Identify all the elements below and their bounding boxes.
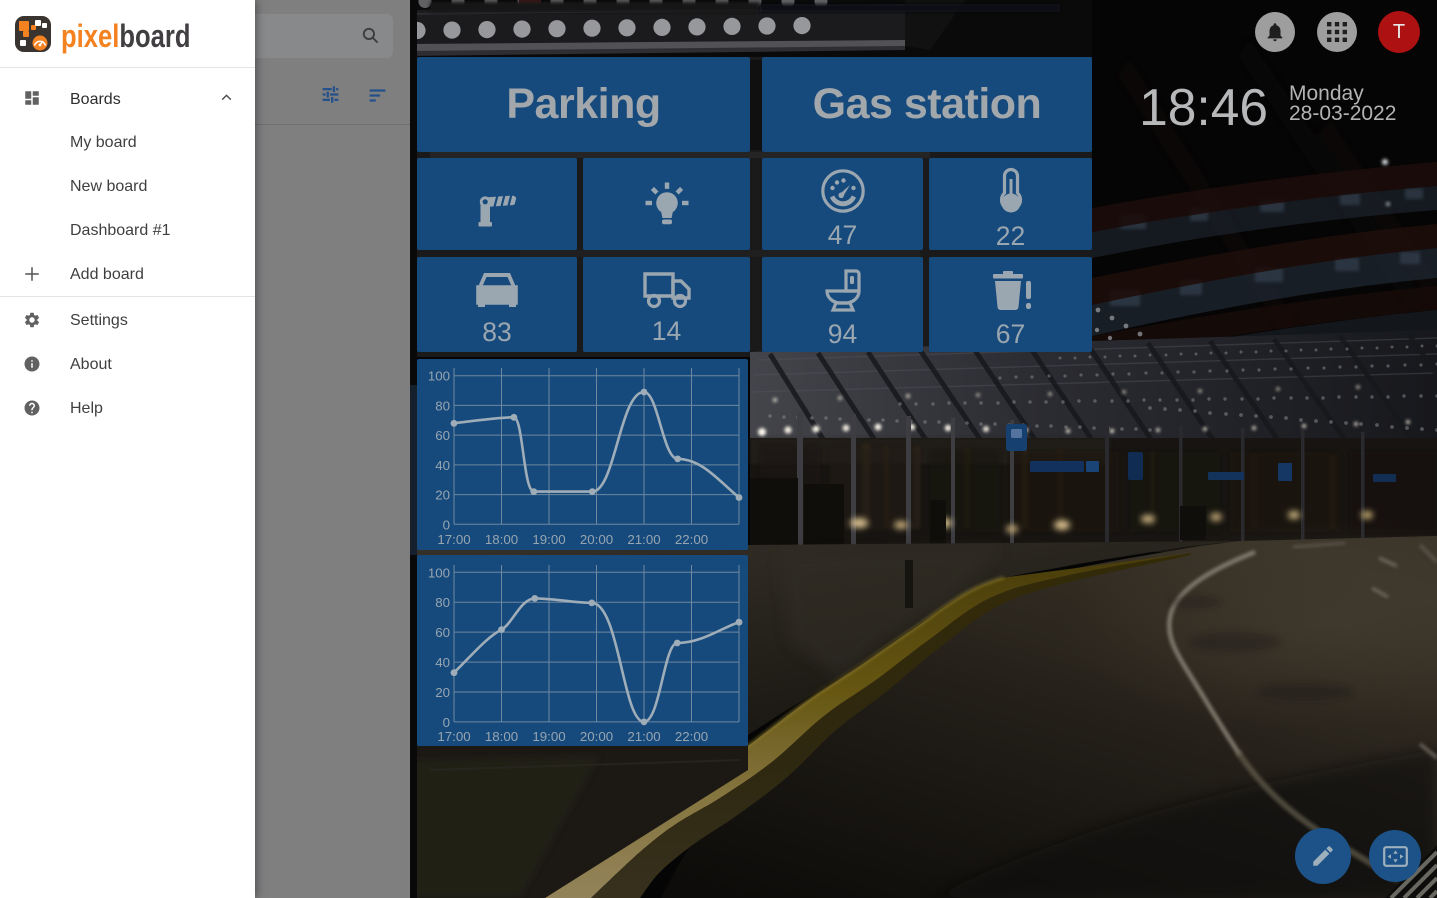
svg-text:40: 40 [435,655,450,670]
svg-text:20: 20 [435,488,450,503]
svg-text:17:00: 17:00 [437,729,470,744]
svg-text:21:00: 21:00 [627,729,660,744]
svg-text:80: 80 [435,398,450,413]
svg-text:19:00: 19:00 [532,729,565,744]
svg-text:20: 20 [435,685,450,700]
svg-text:100: 100 [428,565,450,580]
svg-text:0: 0 [443,517,450,532]
svg-text:40: 40 [435,458,450,473]
svg-text:22:00: 22:00 [675,729,708,744]
svg-text:21:00: 21:00 [627,532,660,547]
svg-text:22:00: 22:00 [675,532,708,547]
svg-text:100: 100 [428,369,450,384]
svg-text:80: 80 [435,595,450,610]
svg-text:18:00: 18:00 [485,532,518,547]
svg-text:17:00: 17:00 [437,532,470,547]
svg-text:60: 60 [435,428,450,443]
svg-text:19:00: 19:00 [532,532,565,547]
svg-text:20:00: 20:00 [580,729,613,744]
svg-text:18:00: 18:00 [485,729,518,744]
svg-text:0: 0 [443,715,450,730]
svg-text:20:00: 20:00 [580,532,613,547]
svg-text:60: 60 [435,625,450,640]
